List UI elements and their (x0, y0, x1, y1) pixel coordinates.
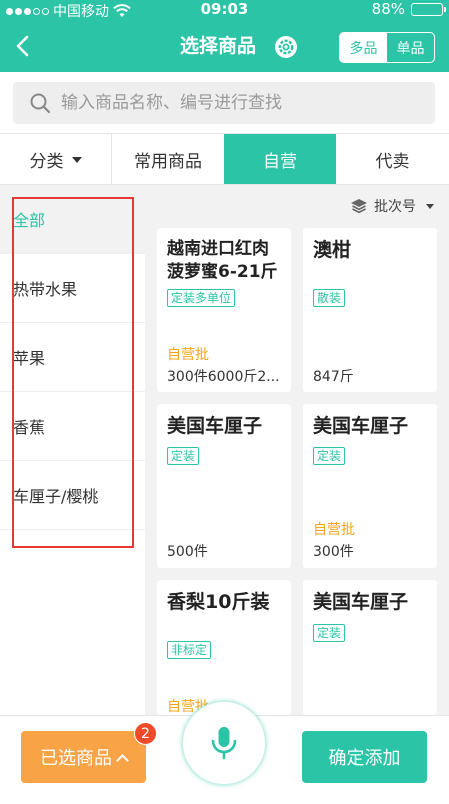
tab-category-label: 分类 (29, 151, 64, 172)
sidebar-item-tropical-fruit[interactable]: 热带水果 (0, 254, 145, 323)
product-quantity: 300件6000斤2... (167, 369, 280, 385)
product-quantity: 847斤 (313, 369, 354, 385)
sidebar-item-banana[interactable]: 香蕉 (0, 392, 145, 461)
settings-gear-icon[interactable] (274, 35, 298, 59)
product-card[interactable]: 越南进口红肉菠萝蜜6-21斤 定装多单位 自营批 300件6000斤2... (157, 228, 291, 392)
product-name: 越南进口红肉菠萝蜜6-21斤 (167, 239, 278, 282)
self-batch-label: 自营批 (313, 522, 355, 538)
status-right: 88% (371, 0, 446, 18)
tab-bar: 分类 常用商品 自营 代卖 (0, 133, 449, 185)
voice-input-button[interactable] (182, 701, 266, 785)
product-name: 美国车厘子 (313, 415, 409, 437)
product-card[interactable]: 美国车厘子 定装 (303, 580, 437, 715)
caret-down-icon (71, 157, 82, 163)
page-title: 选择商品 (180, 35, 257, 57)
tab-agent-sale[interactable]: 代卖 (336, 134, 449, 184)
tab-self-operated[interactable]: 自营 (224, 134, 336, 184)
selected-products-label: 已选商品 (40, 748, 112, 769)
battery-icon (411, 2, 446, 16)
product-tag: 定装多单位 (167, 289, 236, 307)
product-tag: 定装 (313, 624, 346, 642)
tab-common-products[interactable]: 常用商品 (112, 134, 224, 184)
product-tag: 散装 (313, 289, 346, 307)
product-name: 美国车厘子 (167, 415, 263, 437)
batch-filter[interactable]: 批次号 (350, 196, 434, 216)
product-tag: 定装 (313, 447, 346, 465)
product-quantity: 500件 (167, 544, 208, 560)
header: 中国移动 09:03 88% 选择商品 多品 单品 (0, 0, 449, 72)
self-batch-label: 自营批 (167, 347, 209, 363)
product-card[interactable]: 澳柑 散装 847斤 (303, 228, 437, 392)
back-button[interactable] (10, 32, 38, 60)
product-tag: 定装 (167, 447, 200, 465)
caret-down-icon (426, 203, 434, 209)
chevron-up-icon (116, 753, 129, 767)
search-input[interactable] (61, 93, 421, 113)
product-name: 澳柑 (313, 239, 352, 261)
product-tag: 非标定 (167, 641, 212, 659)
product-card[interactable]: 美国车厘子 定装 自营批 300件 (303, 404, 437, 568)
microphone-icon (211, 727, 237, 760)
search-box[interactable] (13, 82, 435, 124)
layers-icon (351, 199, 367, 214)
status-bar: 中国移动 09:03 88% (0, 0, 449, 20)
search-area (0, 72, 449, 133)
battery-percent: 88% (371, 0, 405, 18)
confirm-add-button[interactable]: 确定添加 (302, 731, 427, 783)
sidebar-item-all[interactable]: 全部 (0, 185, 145, 254)
product-card[interactable]: 美国车厘子 定装 500件 (157, 404, 291, 568)
product-name: 美国车厘子 (313, 591, 409, 613)
category-sidebar: 全部 热带水果 苹果 香蕉 车厘子/樱桃 (0, 185, 145, 715)
mode-toggle: 多品 单品 (339, 32, 435, 63)
mode-single-button[interactable]: 单品 (387, 33, 434, 62)
search-icon (30, 93, 51, 114)
product-name: 香梨10斤装 (167, 591, 270, 613)
nav-bar: 选择商品 多品 单品 (0, 20, 449, 72)
product-quantity: 300件 (313, 544, 354, 560)
tab-category[interactable]: 分类 (0, 134, 112, 184)
selected-count-badge: 2 (134, 722, 157, 745)
mode-multi-button[interactable]: 多品 (340, 33, 387, 62)
product-card[interactable]: 香梨10斤装 非标定 自营批 (157, 580, 291, 715)
sidebar-item-cherry[interactable]: 车厘子/樱桃 (0, 461, 145, 530)
batch-label: 批次号 (374, 199, 416, 215)
selected-products-button[interactable]: 已选商品 (21, 731, 146, 783)
sidebar-item-apple[interactable]: 苹果 (0, 323, 145, 392)
